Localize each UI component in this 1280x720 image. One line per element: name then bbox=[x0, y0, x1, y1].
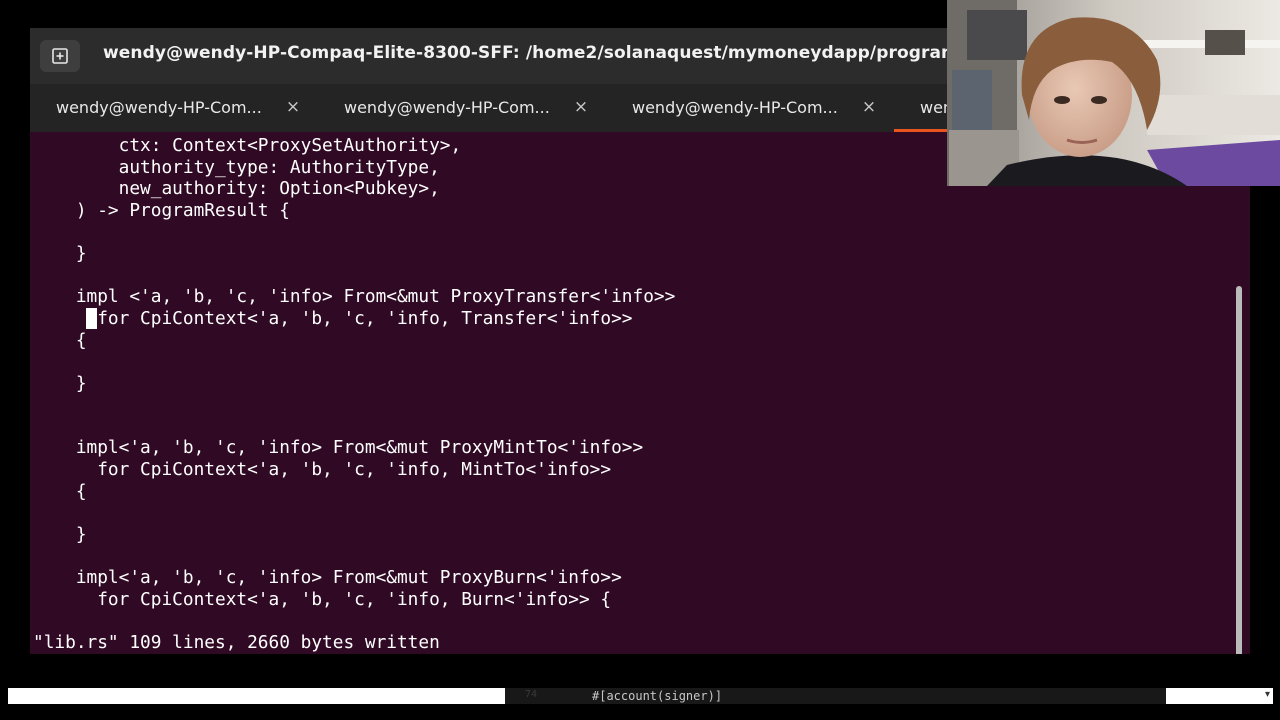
scrollbar[interactable] bbox=[1236, 286, 1242, 654]
close-icon[interactable]: × bbox=[282, 96, 304, 118]
bottom-bar-editor-strip: 74 #[account(signer)] bbox=[505, 688, 1166, 704]
code-line: for CpiContext<'a, 'b, 'c, 'info, MintTo… bbox=[33, 459, 612, 480]
code-line: } bbox=[33, 373, 87, 394]
new-tab-icon bbox=[51, 47, 69, 65]
bottom-bar-right-panel[interactable]: ▾ bbox=[1166, 688, 1273, 704]
code-line: ctx: Context<ProxySetAuthority>, bbox=[33, 135, 462, 156]
bottom-bar-left-panel bbox=[8, 688, 505, 704]
terminal-tab-1[interactable]: wendy@wendy-HP-Com... × bbox=[30, 84, 318, 132]
terminal-output[interactable]: ctx: Context<ProxySetAuthority>, authori… bbox=[30, 132, 1242, 654]
text-cursor bbox=[86, 308, 97, 329]
code-line: for CpiContext<'a, 'b, 'c, 'info, Transf… bbox=[33, 308, 633, 329]
status-message: "lib.rs" 109 lines, 2660 bytes written bbox=[33, 632, 440, 653]
code-line: for CpiContext<'a, 'b, 'c, 'info, Burn<'… bbox=[33, 589, 612, 610]
code-line: } bbox=[33, 524, 87, 545]
close-icon[interactable]: × bbox=[858, 96, 880, 118]
new-tab-button[interactable] bbox=[40, 40, 80, 72]
dropdown-arrow-icon[interactable]: ▾ bbox=[1265, 689, 1270, 700]
tab-label: wendy@wendy-HP-Com... bbox=[56, 98, 262, 117]
tab-label: wendy@wendy-HP-Com... bbox=[632, 98, 838, 117]
webcam-image bbox=[947, 0, 1280, 186]
tab-label: wendy@wendy-HP-Com... bbox=[344, 98, 550, 117]
bottom-bar: 74 #[account(signer)] ▾ bbox=[0, 688, 1280, 706]
code-line: new_authority: Option<Pubkey>, bbox=[33, 178, 440, 199]
editor-preview-text: #[account(signer)] bbox=[592, 689, 723, 703]
terminal-tab-2[interactable]: wendy@wendy-HP-Com... × bbox=[318, 84, 606, 132]
code-line: } bbox=[33, 243, 87, 264]
code-line: impl <'a, 'b, 'c, 'info> From<&mut Proxy… bbox=[33, 286, 676, 307]
line-number: 74 bbox=[525, 689, 538, 700]
code-line: { bbox=[33, 330, 87, 351]
code-line: impl<'a, 'b, 'c, 'info> From<&mut ProxyB… bbox=[33, 567, 622, 588]
terminal-tab-3[interactable]: wendy@wendy-HP-Com... × bbox=[606, 84, 894, 132]
code-line: impl<'a, 'b, 'c, 'info> From<&mut ProxyM… bbox=[33, 437, 644, 458]
code-line: authority_type: AuthorityType, bbox=[33, 157, 440, 178]
window-title: wendy@wendy-HP-Compaq-Elite-8300-SFF: /h… bbox=[103, 43, 1070, 63]
code-line: { bbox=[33, 481, 87, 502]
close-icon[interactable]: × bbox=[570, 96, 592, 118]
code-line: ) -> ProgramResult { bbox=[33, 200, 290, 221]
webcam-overlay bbox=[947, 0, 1280, 186]
